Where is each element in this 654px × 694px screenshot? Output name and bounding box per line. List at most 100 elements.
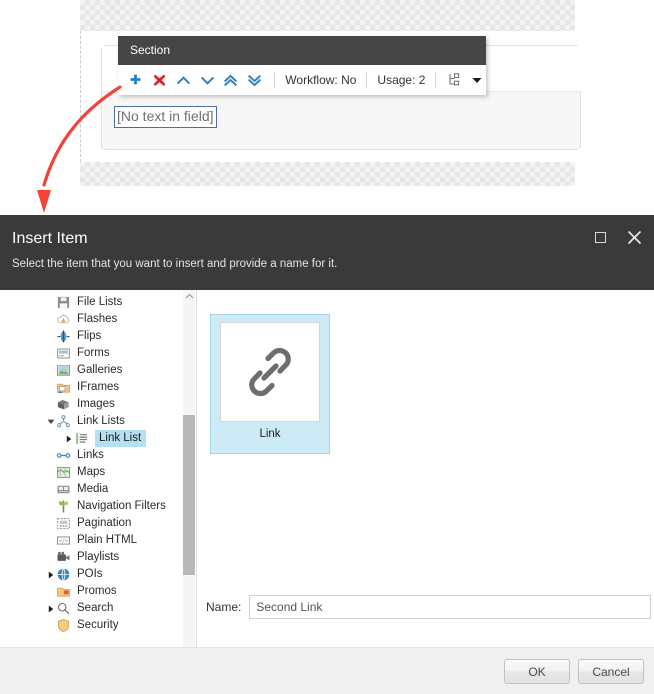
item-card-link[interactable]: Link xyxy=(210,314,330,454)
media-icon xyxy=(56,482,71,497)
dialog-header: Insert Item Select the item that you wan… xyxy=(0,215,654,290)
tree-item-label: Maps xyxy=(77,466,106,478)
item-gallery-panel: Link Name: xyxy=(197,290,654,647)
dialog-footer: OK Cancel xyxy=(0,647,654,694)
tree-item-label: Media xyxy=(77,483,109,495)
tree-item-links[interactable]: Links xyxy=(0,447,185,464)
tree-scrollbar[interactable] xyxy=(183,290,195,647)
tree-expand-arrow-closed-icon[interactable] xyxy=(46,604,55,613)
scroll-up-arrow-icon[interactable] xyxy=(183,290,195,303)
double-chevron-up-icon[interactable] xyxy=(219,68,243,92)
tree-item-promos[interactable]: Promos xyxy=(0,583,185,600)
tree-item-label: Navigation Filters xyxy=(77,500,166,512)
tree-item-iframes[interactable]: IFrames xyxy=(0,379,185,396)
usage-count: Usage: 2 xyxy=(377,73,426,87)
tree-item-label: IFrames xyxy=(77,381,120,393)
tree-item-label: Flashes xyxy=(77,313,118,325)
name-field-row: Name: xyxy=(206,595,652,619)
link-lists-icon xyxy=(56,414,71,429)
cancel-button[interactable]: Cancel xyxy=(578,659,644,684)
flashes-icon xyxy=(56,312,71,327)
pagination-icon xyxy=(56,516,71,531)
tree-item-label: Pagination xyxy=(77,517,132,529)
iframes-icon xyxy=(56,380,71,395)
item-type-tree-panel: File Lists Flashes Flips Forms Galleries IFra… xyxy=(0,290,197,647)
tree-item-label: Images xyxy=(77,398,115,410)
tree-item-plain-html[interactable]: </> Plain HTML xyxy=(0,532,185,549)
playlists-icon xyxy=(56,550,71,565)
tree-item-link-list[interactable]: Link List xyxy=(0,430,185,447)
tree-item-pagination[interactable]: Pagination xyxy=(0,515,185,532)
tree-item-file-lists[interactable]: File Lists xyxy=(0,294,185,311)
section-popup-title: Section xyxy=(118,36,486,65)
item-type-tree: File Lists Flashes Flips Forms Galleries IFra… xyxy=(0,290,185,634)
tree-item-label: Plain HTML xyxy=(77,534,138,546)
double-chevron-down-icon[interactable] xyxy=(243,68,267,92)
tree-item-media[interactable]: Media xyxy=(0,481,185,498)
security-icon xyxy=(56,618,71,633)
workflow-status: Workflow: No xyxy=(285,73,357,87)
caret-down-icon[interactable] xyxy=(468,71,486,89)
link-list-icon xyxy=(74,431,89,446)
flips-icon xyxy=(56,329,71,344)
tree-item-link-lists[interactable]: Link Lists xyxy=(0,413,185,430)
tree-item-flips[interactable]: Flips xyxy=(0,328,185,345)
tree-expand-arrow-open-icon[interactable] xyxy=(46,417,55,426)
sitemap-icon[interactable] xyxy=(444,70,464,90)
insert-item-dialog: Insert Item Select the item that you wan… xyxy=(0,215,654,694)
tree-item-playlists[interactable]: Playlists xyxy=(0,549,185,566)
toolbar-separator xyxy=(366,72,368,88)
tree-item-label: Search xyxy=(77,602,114,614)
tree-scrollbar-thumb[interactable] xyxy=(183,415,195,575)
name-input[interactable] xyxy=(249,595,652,619)
maps-icon xyxy=(56,465,71,480)
tree-item-label: Forms xyxy=(77,347,110,359)
dialog-subtitle: Select the item that you want to insert … xyxy=(12,258,338,270)
file-lists-icon xyxy=(56,295,71,310)
tree-item-label: POIs xyxy=(77,568,103,580)
tree-item-label: Link List xyxy=(95,430,147,447)
plus-icon[interactable] xyxy=(124,68,148,92)
link-chain-icon xyxy=(220,322,320,422)
empty-field-placeholder[interactable]: [No text in field] xyxy=(114,106,217,128)
forms-icon xyxy=(56,346,71,361)
pois-icon xyxy=(56,567,71,582)
tree-item-flashes[interactable]: Flashes xyxy=(0,311,185,328)
tree-item-forms[interactable]: Forms xyxy=(0,345,185,362)
tree-item-label: Flips xyxy=(77,330,102,342)
delete-x-icon[interactable] xyxy=(148,68,172,92)
section-popup-toolbar: Workflow: No Usage: 2 xyxy=(118,65,486,95)
dialog-window-buttons xyxy=(590,227,644,247)
checkered-background-top xyxy=(80,0,575,31)
tree-item-galleries[interactable]: Galleries xyxy=(0,362,185,379)
dialog-body: File Lists Flashes Flips Forms Galleries IFra… xyxy=(0,290,654,647)
tree-item-pois[interactable]: POIs xyxy=(0,566,185,583)
tree-item-images[interactable]: Images xyxy=(0,396,185,413)
tree-item-security[interactable]: Security xyxy=(0,617,185,634)
tree-expand-arrow-closed-icon[interactable] xyxy=(46,570,55,579)
section-popup: Section Workflow: No Usage: 2 xyxy=(118,36,486,95)
maximize-icon[interactable] xyxy=(590,227,610,247)
tree-item-label: File Lists xyxy=(77,296,123,308)
chevron-up-icon[interactable] xyxy=(171,68,195,92)
close-icon[interactable] xyxy=(624,227,644,247)
checkered-background-bottom xyxy=(80,162,575,186)
tree-item-label: Promos xyxy=(77,585,117,597)
navigation-filters-icon xyxy=(56,499,71,514)
tree-item-navigation-filters[interactable]: Navigation Filters xyxy=(0,498,185,515)
galleries-icon xyxy=(56,363,71,378)
tree-item-label: Playlists xyxy=(77,551,120,563)
dialog-title: Insert Item xyxy=(12,230,88,247)
plain-html-icon: </> xyxy=(56,533,71,548)
name-label: Name: xyxy=(206,600,242,614)
links-icon xyxy=(56,448,71,463)
tree-item-label: Link Lists xyxy=(77,415,125,427)
svg-text:</>: </> xyxy=(59,538,68,544)
ok-button[interactable]: OK xyxy=(504,659,570,684)
tree-item-search[interactable]: Search xyxy=(0,600,185,617)
toolbar-separator xyxy=(435,72,437,88)
tree-expand-arrow-closed-icon[interactable] xyxy=(64,434,73,443)
chevron-down-icon[interactable] xyxy=(195,68,219,92)
images-icon xyxy=(56,397,71,412)
tree-item-maps[interactable]: Maps xyxy=(0,464,185,481)
